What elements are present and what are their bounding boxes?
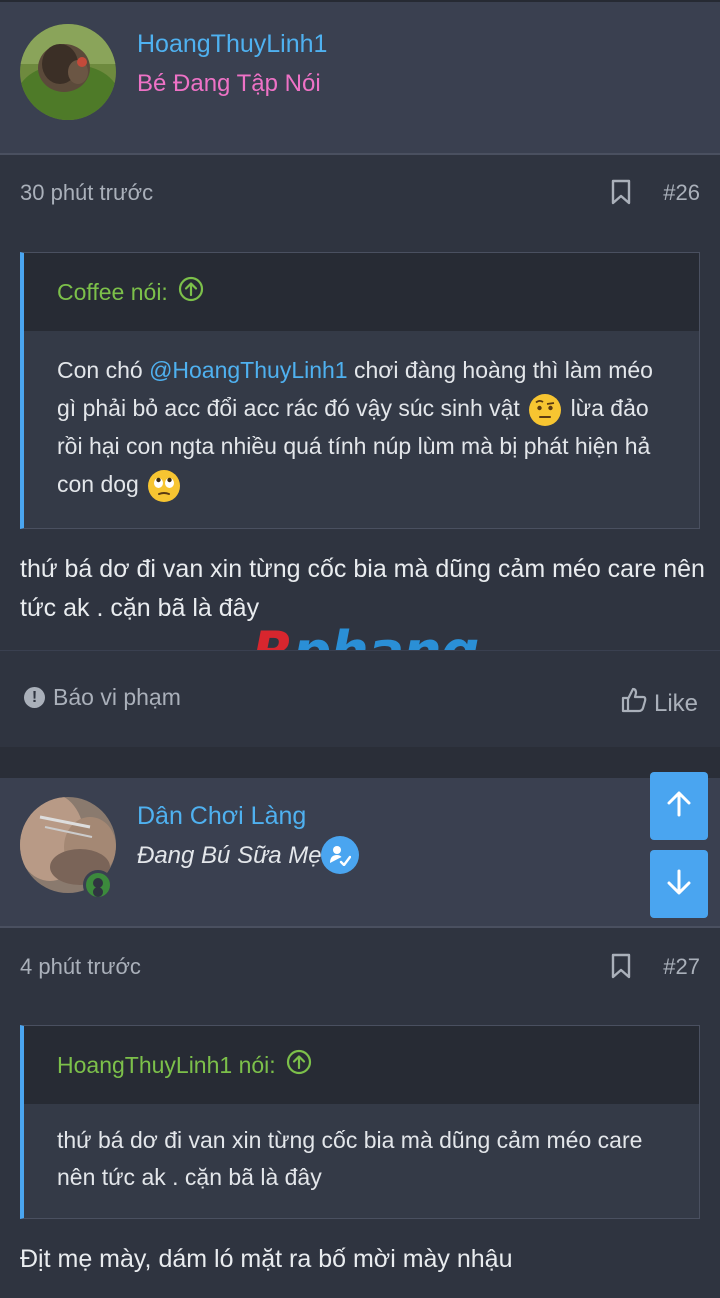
user-title: Đang Bú Sữa Mẹ bbox=[137, 842, 322, 869]
exclamation-circle-icon: ! bbox=[24, 687, 45, 708]
post-number[interactable]: #27 bbox=[663, 954, 700, 980]
username[interactable]: Dân Chơi Làng bbox=[137, 802, 306, 831]
quote-block: Coffee nói: Con chó @HoangThuyLinh1 chơi… bbox=[20, 252, 700, 529]
quote-text: thứ bá dơ đi van xin từng cốc bia mà dũn… bbox=[57, 1127, 643, 1190]
post-time[interactable]: 4 phút trước bbox=[20, 954, 141, 980]
scroll-to-top-button[interactable] bbox=[650, 772, 708, 840]
avatar[interactable] bbox=[20, 24, 116, 120]
quote-body: Con chó @HoangThuyLinh1 chơi đàng hoàng … bbox=[24, 331, 699, 503]
quote-header[interactable]: Coffee nói: bbox=[24, 253, 699, 331]
post-27: Dân Chơi Làng Đang Bú Sữa Mẹ 4 phút trướ… bbox=[0, 778, 720, 1298]
quote-block: HoangThuyLinh1 nói: thứ bá dơ đi van xin… bbox=[20, 1025, 700, 1219]
mention-link[interactable]: @HoangThuyLinh1 bbox=[149, 357, 348, 383]
post-message: Địt mẹ mày, dám ló mặt ra bố mời mày nhậ… bbox=[20, 1245, 513, 1273]
report-label: Báo vi phạm bbox=[53, 684, 181, 710]
user-header: Dân Chơi Làng Đang Bú Sữa Mẹ bbox=[0, 778, 720, 928]
user-header: HoangThuyLinh1 Bé Đang Tập Nói bbox=[0, 2, 720, 155]
report-button[interactable]: ! Báo vi phạm bbox=[24, 684, 181, 711]
scroll-to-bottom-button[interactable] bbox=[650, 850, 708, 918]
quote-author[interactable]: Coffee nói: bbox=[57, 279, 168, 306]
quote-text: Con chó bbox=[57, 357, 150, 383]
post-footer: ! Báo vi phạm Like bbox=[0, 650, 720, 747]
quote-author[interactable]: HoangThuyLinh1 nói: bbox=[57, 1052, 276, 1079]
eye-roll-emoji-icon bbox=[147, 469, 181, 503]
user-title: Bé Đang Tập Nói bbox=[137, 70, 321, 97]
thumbs-up-icon bbox=[620, 686, 654, 721]
arrow-up-icon bbox=[664, 789, 694, 824]
bookmark-icon[interactable] bbox=[610, 953, 632, 979]
quote-header[interactable]: HoangThuyLinh1 nói: bbox=[24, 1026, 699, 1104]
post-26: HoangThuyLinh1 Bé Đang Tập Nói 30 phút t… bbox=[0, 0, 720, 747]
online-status-icon bbox=[83, 870, 113, 900]
verified-user-icon bbox=[321, 836, 359, 874]
post-message: thứ bá dơ đi van xin từng cốc bia mà dũn… bbox=[20, 555, 705, 622]
post-time[interactable]: 30 phút trước bbox=[20, 180, 153, 206]
arrow-down-icon bbox=[664, 867, 694, 902]
like-button[interactable]: Like bbox=[620, 686, 698, 721]
like-label: Like bbox=[653, 689, 698, 717]
raised-eyebrow-emoji-icon bbox=[528, 393, 562, 427]
bookmark-icon[interactable] bbox=[610, 179, 632, 205]
quote-body: thứ bá dơ đi van xin từng cốc bia mà dũn… bbox=[24, 1104, 699, 1196]
arrow-up-circle-icon[interactable] bbox=[178, 276, 204, 308]
post-number[interactable]: #26 bbox=[663, 180, 700, 206]
arrow-up-circle-icon[interactable] bbox=[286, 1049, 312, 1081]
username[interactable]: HoangThuyLinh1 bbox=[137, 30, 327, 59]
